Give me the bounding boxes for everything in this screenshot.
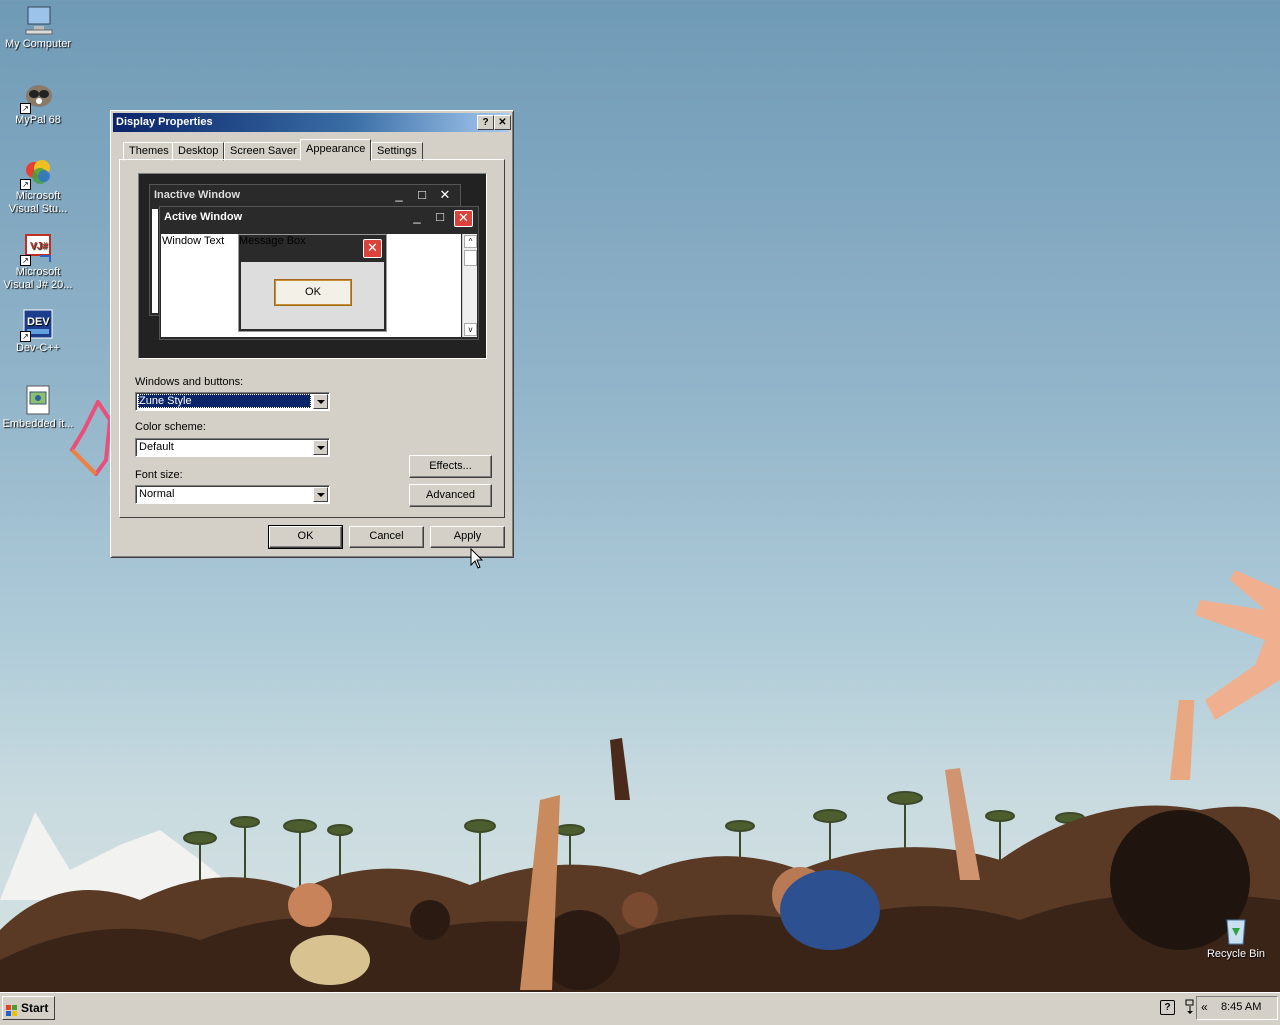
minimize-icon: _ bbox=[395, 187, 403, 202]
desktop-icon-recycle-bin[interactable]: Recycle Bin bbox=[1198, 914, 1274, 961]
chevron-down-icon[interactable] bbox=[313, 440, 328, 455]
start-button[interactable]: Start bbox=[2, 996, 55, 1020]
dialog-title: Display Properties bbox=[116, 116, 213, 128]
active-window-title: Active Window bbox=[164, 211, 243, 223]
font-size-label: Font size: bbox=[135, 469, 183, 481]
appearance-panel: Inactive Window _ □ ✕ Active Window _ □ … bbox=[119, 159, 505, 518]
taskbar: Start ? « 8:45 AM bbox=[0, 992, 1280, 1025]
maximize-icon: □ bbox=[418, 187, 426, 202]
dev-cpp-icon: DEV ↗ bbox=[20, 308, 54, 342]
display-properties-dialog: Display Properties ? ✕ Themes Desktop Sc… bbox=[110, 110, 514, 558]
svg-text:VJ#: VJ# bbox=[30, 241, 48, 252]
wallpaper-hand bbox=[1195, 570, 1280, 730]
inactive-window-title: Inactive Window bbox=[154, 189, 241, 201]
preview-message-box: Message Box ✕ OK bbox=[238, 234, 387, 332]
network-icon[interactable] bbox=[1185, 999, 1195, 1014]
recycle-bin-icon bbox=[1220, 914, 1252, 946]
apply-button[interactable]: Apply bbox=[430, 526, 505, 548]
message-box-ok: OK bbox=[274, 279, 352, 306]
cancel-button[interactable]: Cancel bbox=[349, 526, 424, 548]
start-label: Start bbox=[21, 1001, 49, 1015]
window-text: Window Text bbox=[162, 235, 225, 247]
chevron-down-icon[interactable] bbox=[313, 487, 328, 502]
embedded-image-icon bbox=[22, 384, 54, 416]
tab-appearance[interactable]: Appearance bbox=[300, 139, 372, 161]
ok-button[interactable]: OK bbox=[268, 525, 343, 549]
clock[interactable]: 8:45 AM bbox=[1221, 1001, 1261, 1013]
visual-jsharp-icon: VJ# ↗ bbox=[20, 232, 54, 266]
minimize-icon: _ bbox=[413, 209, 421, 224]
mypal-icon: ↗ bbox=[20, 80, 54, 114]
maximize-icon: □ bbox=[436, 209, 444, 224]
font-size-select[interactable]: Normal bbox=[135, 485, 330, 504]
desktop-icon-my-computer[interactable]: My Computer bbox=[0, 4, 76, 51]
mouse-cursor-icon bbox=[470, 547, 484, 573]
preview-scrollbar: ^ v bbox=[462, 234, 477, 337]
system-tray: « 8:45 AM bbox=[1196, 996, 1278, 1020]
tray-expand-icon[interactable]: « bbox=[1201, 1000, 1208, 1014]
close-icon: ✕ bbox=[439, 187, 451, 202]
message-box-title: Message Box bbox=[239, 235, 306, 247]
color-scheme-label: Color scheme: bbox=[135, 421, 206, 433]
windows-buttons-select[interactable]: Zune Style bbox=[135, 392, 330, 411]
desktop-icon-embedded[interactable]: Embedded it... bbox=[0, 384, 76, 431]
wallpaper-crowd bbox=[0, 700, 1280, 992]
close-icon: ✕ bbox=[454, 210, 473, 227]
chevron-down-icon[interactable] bbox=[313, 394, 328, 409]
color-scheme-select[interactable]: Default bbox=[135, 438, 330, 457]
desktop-icon-mypal[interactable]: ↗ MyPal 68 bbox=[0, 80, 76, 127]
close-icon: ✕ bbox=[363, 239, 382, 258]
windows-logo-icon bbox=[6, 1002, 18, 1016]
desktop-icon-visual-jsharp[interactable]: VJ# ↗ Microsoft Visual J# 20... bbox=[0, 232, 76, 292]
effects-button[interactable]: Effects... bbox=[409, 455, 492, 478]
windows-buttons-label: Windows and buttons: bbox=[135, 376, 244, 388]
dialog-titlebar[interactable]: Display Properties ? ✕ bbox=[113, 113, 511, 132]
desktop-icon-dev-cpp[interactable]: DEV ↗ Dev-C++ bbox=[0, 308, 76, 355]
help-button[interactable]: ? bbox=[477, 115, 494, 130]
advanced-button[interactable]: Advanced bbox=[409, 484, 492, 507]
visual-studio-icon: ↗ bbox=[20, 156, 54, 190]
appearance-preview: Inactive Window _ □ ✕ Active Window _ □ … bbox=[138, 173, 487, 359]
svg-text:DEV: DEV bbox=[27, 316, 50, 328]
help-icon[interactable]: ? bbox=[1160, 1000, 1175, 1015]
close-button[interactable]: ✕ bbox=[494, 115, 511, 130]
my-computer-icon bbox=[22, 4, 54, 36]
desktop-icon-visual-studio[interactable]: ↗ Microsoft Visual Stu... bbox=[0, 156, 76, 216]
